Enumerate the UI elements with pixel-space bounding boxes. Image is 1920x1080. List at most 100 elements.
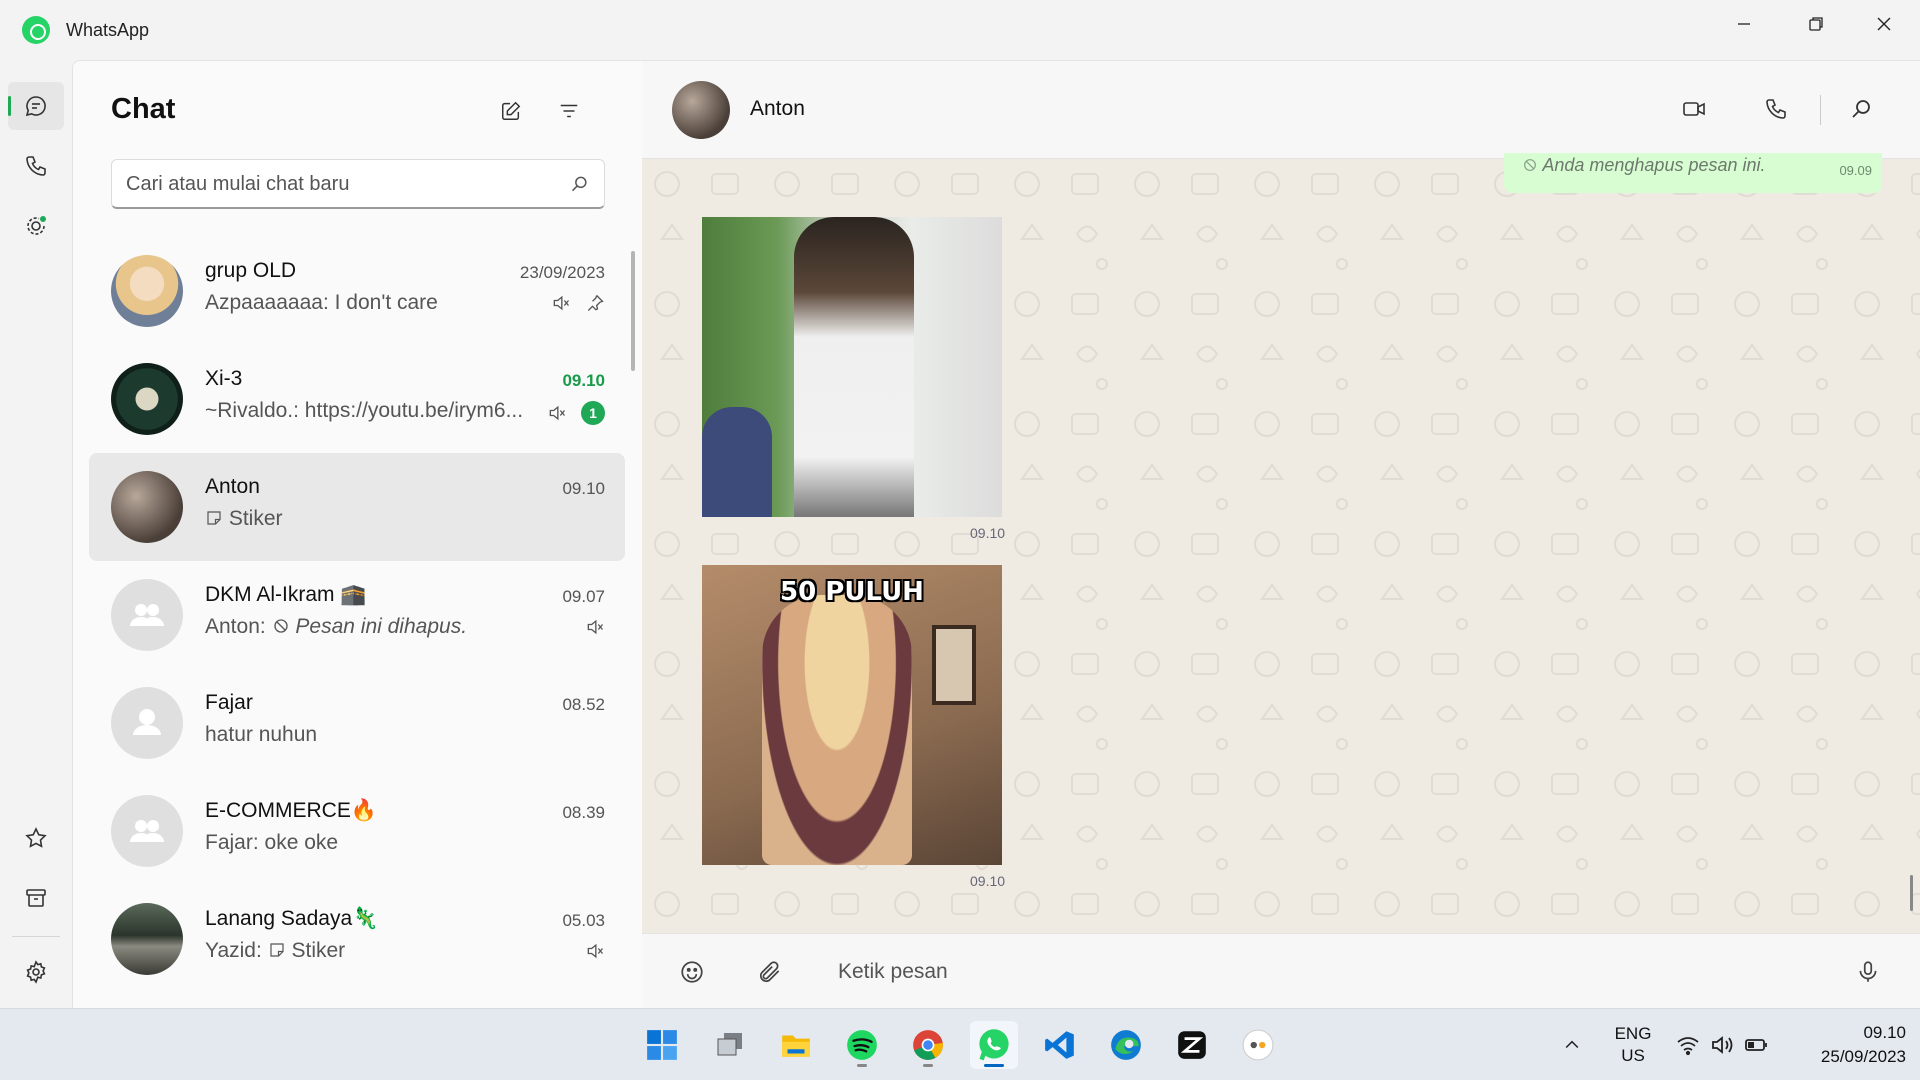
chat-preview: hatur nuhun — [205, 723, 318, 746]
capcut-button[interactable] — [1168, 1021, 1216, 1069]
chat-preview: Stiker — [205, 507, 283, 531]
avatar — [111, 255, 183, 327]
edge-button[interactable] — [1102, 1021, 1150, 1069]
deleted-message-bubble[interactable]: Anda menghapus pesan ini. 09.09 — [1504, 153, 1882, 193]
folder-icon — [782, 1035, 810, 1057]
chat-list: grup OLD Azpaaaaaaa: I don't care 23/09/… — [89, 237, 625, 993]
spotify-icon — [847, 1030, 877, 1060]
app-button[interactable] — [1234, 1021, 1282, 1069]
person-icon — [133, 709, 161, 735]
rail-divider — [12, 936, 60, 937]
new-chat-icon — [502, 101, 521, 120]
deleted-icon — [1524, 159, 1536, 171]
pin-icon — [587, 295, 604, 311]
sticker-message[interactable]: 50 PULUH — [702, 565, 1002, 865]
muted-icon — [587, 619, 604, 635]
show-hidden-icons-button[interactable] — [1562, 1035, 1586, 1055]
chat-item-e-commerce[interactable]: E-COMMERCE🔥 Fajar: oke oke 08.39 — [89, 777, 625, 885]
minimize-icon — [1738, 23, 1750, 25]
search-icon[interactable] — [570, 174, 590, 194]
sticker-time: 09.10 — [970, 873, 1006, 889]
language-indicator[interactable]: ENG US — [1608, 1023, 1658, 1067]
filter-button[interactable] — [549, 91, 589, 131]
sticker-time: 09.10 — [970, 525, 1006, 541]
minimize-button[interactable] — [1710, 0, 1778, 48]
windows-start-icon — [647, 1030, 677, 1060]
sticker-message[interactable] — [702, 217, 1002, 517]
search-messages-button[interactable] — [1842, 89, 1882, 129]
new-chat-button[interactable] — [491, 91, 531, 131]
search-box[interactable] — [111, 159, 605, 209]
star-icon — [25, 827, 47, 848]
message-time: 09.09 — [1839, 163, 1872, 178]
chat-name: E-COMMERCE🔥 — [205, 799, 377, 822]
attach-button[interactable] — [750, 952, 790, 992]
chat-preview-text: Pesan ini dihapus. — [295, 615, 468, 638]
video-call-button[interactable] — [1674, 89, 1714, 129]
video-camera-icon — [1683, 102, 1705, 116]
rail-starred-button[interactable] — [8, 814, 64, 862]
chat-item-fajar[interactable]: Fajar hatur nuhun 08.52 — [89, 669, 625, 777]
chat-list-scrollbar[interactable] — [631, 251, 635, 371]
contact-avatar[interactable] — [672, 81, 730, 139]
voice-message-button[interactable] — [1848, 952, 1888, 992]
navigation-rail — [0, 60, 72, 1046]
chat-item-dkm-al-ikram[interactable]: DKM Al-Ikram 🕋 Anton: Pesan ini dihapus.… — [89, 561, 625, 669]
voice-call-button[interactable] — [1756, 89, 1796, 129]
wifi-icon — [1677, 1037, 1699, 1056]
archive-icon — [26, 889, 46, 907]
rail-archived-button[interactable] — [8, 874, 64, 922]
whatsapp-taskbar-button[interactable] — [970, 1021, 1018, 1069]
chevron-up-icon — [1565, 1040, 1579, 1049]
deleted-message-text: Anda menghapus pesan ini. — [1522, 155, 1766, 176]
app-icon — [1242, 1029, 1274, 1061]
chrome-button[interactable] — [904, 1021, 952, 1069]
clock-date: 25/09/2023 — [1820, 1047, 1906, 1066]
clock[interactable]: 09.10 25/09/2023 — [1786, 1021, 1906, 1069]
start-button[interactable] — [638, 1021, 686, 1069]
chat-preview: Yazid: Stiker — [205, 939, 345, 963]
chat-name: Anton — [205, 475, 260, 498]
chat-item-anton[interactable]: Anton Stiker 09.10 — [89, 453, 625, 561]
emoji-button[interactable] — [672, 952, 712, 992]
avatar — [111, 903, 183, 975]
chat-time: 23/09/2023 — [519, 263, 605, 282]
whatsapp-icon — [979, 1029, 1009, 1061]
restore-button[interactable] — [1782, 0, 1850, 48]
whatsapp-logo-icon — [22, 16, 50, 44]
filter-icon — [560, 104, 578, 118]
search-input[interactable] — [126, 172, 546, 196]
sticker-figure — [762, 595, 912, 865]
message-input[interactable] — [838, 956, 1638, 988]
chat-list-panel: Chat grup OLD Azpaaaaaaa: I don't care 2… — [72, 60, 642, 1008]
chat-item-lanang-sadaya[interactable]: Lanang Sadaya🦎 Yazid: Stiker 05.03 — [89, 885, 625, 993]
chat-preview-text: Stiker — [291, 939, 346, 962]
chat-item-xi-3[interactable]: Xi-3 ~Rivaldo.: https://youtu.be/irym6..… — [89, 345, 625, 453]
muted-icon — [587, 943, 604, 959]
conversation-scrollbar[interactable] — [1910, 875, 1913, 911]
chat-list-title: Chat — [111, 93, 176, 125]
file-explorer-button[interactable] — [772, 1021, 820, 1069]
volume-icon — [1712, 1036, 1733, 1054]
chat-meta — [551, 293, 605, 313]
rail-calls-button[interactable] — [8, 142, 64, 190]
group-icon — [130, 820, 164, 842]
spotify-button[interactable] — [838, 1021, 886, 1069]
avatar — [111, 363, 183, 435]
sticker-frame — [932, 625, 976, 705]
contact-name[interactable]: Anton — [750, 97, 805, 121]
vscode-button[interactable] — [1036, 1021, 1084, 1069]
rail-status-button[interactable] — [8, 202, 64, 250]
chat-time: 09.10 — [562, 371, 605, 390]
system-tray-icons[interactable] — [1676, 1033, 1768, 1057]
close-icon — [1877, 17, 1891, 31]
chrome-icon — [913, 1030, 943, 1060]
rail-chats-button[interactable] — [8, 82, 64, 130]
chat-item-grup-old[interactable]: grup OLD Azpaaaaaaa: I don't care 23/09/… — [89, 237, 625, 345]
running-indicator — [984, 1064, 1004, 1067]
rail-settings-button[interactable] — [8, 948, 64, 996]
close-button[interactable] — [1850, 0, 1918, 48]
muted-icon — [553, 295, 570, 311]
unread-badge: 1 — [581, 401, 605, 425]
task-view-button[interactable] — [706, 1021, 754, 1069]
